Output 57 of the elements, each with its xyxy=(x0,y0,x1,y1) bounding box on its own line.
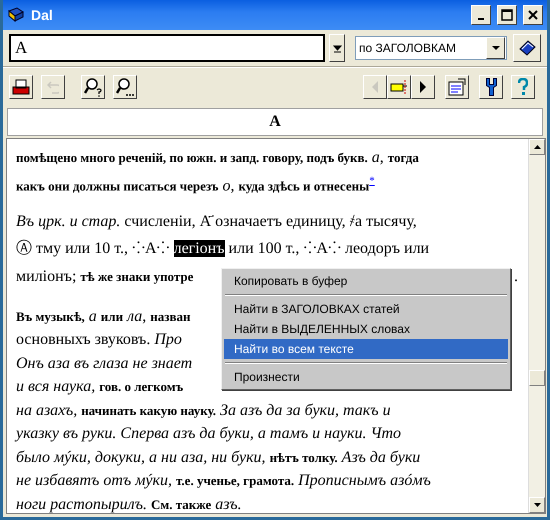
magnifier-dots-icon xyxy=(116,78,134,96)
magnifier-question-icon xyxy=(84,78,102,96)
text-line: было мýки, докуки, а ни аза, ни буки, нѣтъ толку. Азъ да буки xyxy=(16,448,420,468)
maximize-button[interactable] xyxy=(497,5,517,25)
down-arrow-icon xyxy=(534,503,540,507)
scroll-thumb[interactable] xyxy=(529,370,545,386)
text-line: и вся наука, гов. о легкомъ xyxy=(16,377,184,397)
footnote-link[interactable]: * xyxy=(369,174,375,186)
toolbar-button[interactable] xyxy=(81,75,105,99)
menu-item[interactable]: Копировать в буфер xyxy=(224,271,508,291)
text-line: Ⓐ тму или 10 т., ⁘А⁘ легіонъ или 100 т., ⁘А⁘ леодоръ или xyxy=(16,238,430,259)
wrench-icon xyxy=(486,78,496,96)
maximize-icon xyxy=(501,9,513,21)
document-icon xyxy=(448,78,466,96)
selected-word: легіонъ xyxy=(174,240,225,257)
menu-item[interactable]: Произнести xyxy=(224,367,508,387)
text-line: Въ црк. и стар. счисленіи, А҃ означаетъ единицу, ҂а тысячу, xyxy=(16,212,417,232)
entry-heading: А xyxy=(269,113,281,131)
close-button[interactable] xyxy=(523,5,543,25)
dropdown-arrow-icon xyxy=(492,46,500,50)
dictionary-button[interactable] xyxy=(513,34,541,62)
printer-icon xyxy=(12,79,30,95)
text-line: ноги растопырилъ. См. также азъ. xyxy=(16,494,242,513)
text-line: не избавятъ отъ мýки, т.е. ученье, грамота. Прописнымъ азóмъ xyxy=(16,471,431,491)
toolbar-button[interactable] xyxy=(9,75,33,99)
left-triangle-icon xyxy=(372,81,378,93)
undo-icon xyxy=(47,80,59,94)
toolbar-button[interactable] xyxy=(445,75,469,99)
up-arrow-icon xyxy=(534,145,540,149)
text-line: помѣщено много реченій, по южн. и запд. говору, подъ букв. а, тогда xyxy=(16,148,419,168)
toolbar-button[interactable] xyxy=(511,75,535,99)
text-line: основныхъ звуковъ. Про xyxy=(16,330,182,350)
history-button[interactable] xyxy=(329,34,345,62)
menu-item[interactable]: Найти во всем тексте xyxy=(224,339,508,359)
minimize-button[interactable] xyxy=(471,5,491,25)
scrollbar[interactable] xyxy=(528,139,545,513)
toolbar-button[interactable] xyxy=(411,75,435,99)
text-line: Въ музыкѣ, а или ла, назван xyxy=(16,306,190,326)
window-title: Dal xyxy=(31,7,54,23)
text-line: Онъ аза въ глаза не знает xyxy=(16,354,192,374)
down-arrow-icon xyxy=(332,43,342,53)
menu-item[interactable]: Найти в ВЫДЕЛЕННЫХ словах xyxy=(224,319,508,339)
search-field[interactable]: А xyxy=(9,34,325,62)
minimize-icon xyxy=(478,18,484,20)
menu-item[interactable]: Найти в ЗАГОЛОВКАХ статей xyxy=(224,299,508,319)
text-line: указку въ руки. Сперва азъ да буки, а тамъ и науки. Что xyxy=(16,424,402,444)
text-line: милiонъ; тѣ же знаки употре xyxy=(16,266,194,286)
right-triangle-icon xyxy=(420,81,426,93)
text-line: какъ они должны писаться черезъ о, куда здѣсь и отнесены$^{*}$ xyxy=(16,174,375,193)
toolbar-button[interactable] xyxy=(113,75,137,99)
question-mark-icon xyxy=(518,78,528,96)
close-icon xyxy=(528,10,538,20)
search-mode-dropdown[interactable]: по ЗАГОЛОВКАМ xyxy=(355,36,507,60)
toolbar-button[interactable] xyxy=(387,75,411,99)
text-fragment: . xyxy=(514,266,518,286)
toolbar-button[interactable] xyxy=(479,75,503,99)
text-line: на азахъ, начинать какую науку. За азъ да за буки, такъ и xyxy=(16,400,391,420)
